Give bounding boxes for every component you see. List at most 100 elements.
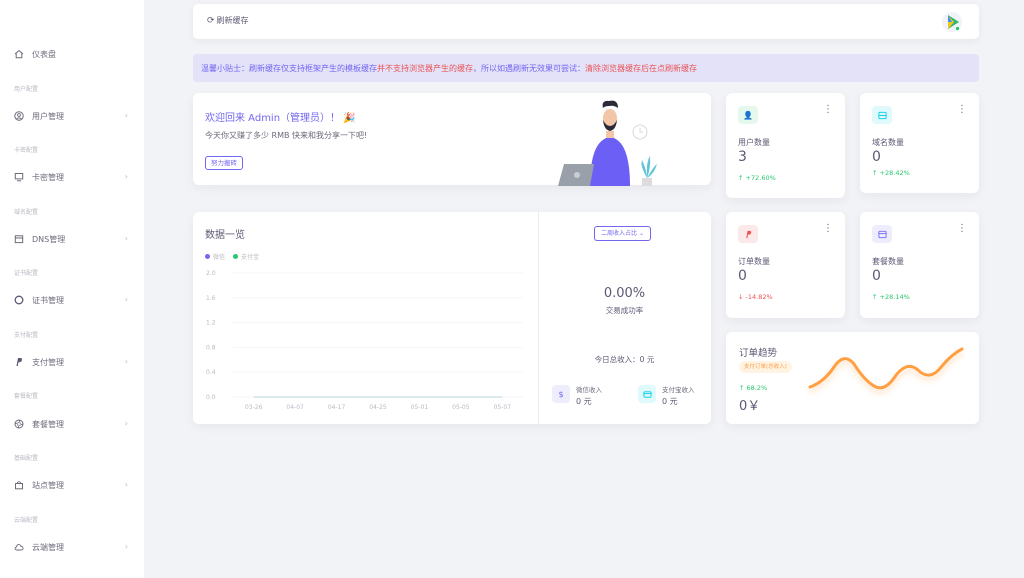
sidebar-item-label: 支付管理	[32, 357, 64, 367]
stat-value: 3	[738, 149, 747, 165]
trend-value: 0￥	[739, 399, 761, 414]
dropdown-label: 二周收入占比	[601, 230, 638, 237]
sidebar-section-header: 支付配置	[14, 332, 39, 339]
server-icon	[872, 106, 892, 124]
arrow-up-icon: ↑	[739, 384, 745, 392]
more-vertical-icon[interactable]: ⋮	[957, 224, 967, 234]
refresh-icon: ⟳	[207, 15, 215, 26]
chevron-down-icon: ⌄	[638, 230, 644, 237]
chevron-right-icon: ›	[124, 295, 128, 304]
stat-change-value: +28.14%	[879, 293, 910, 301]
sidebar-item-cards[interactable]: 卡密管理 ›	[14, 168, 132, 186]
x-tick-label: 04-17	[328, 404, 346, 411]
cache-notice-alert: 温馨小贴士：刷新缓存仅支持框架产生的模板缓存并不支持浏览器产生的缓存，所以如遇刷…	[193, 54, 979, 82]
sidebar-item-certs[interactable]: 证书管理 ›	[14, 291, 132, 309]
stat-card-users: 👤 ⋮ 用户数量 3 ↑ +72.60%	[726, 93, 845, 198]
x-tick-label: 03-26	[245, 404, 263, 411]
trend-change: ↑ 68.2%	[739, 384, 767, 392]
circle-icon	[14, 295, 24, 305]
stat-change: ↑ +28.14%	[872, 293, 910, 301]
stat-change-value: +72.60%	[745, 174, 776, 182]
more-vertical-icon[interactable]: ⋮	[823, 224, 833, 234]
income-ratio-dropdown[interactable]: 二周收入占比 ⌄	[594, 226, 651, 241]
party-popper-icon: 🎉	[343, 113, 356, 124]
arrow-up-icon: ↑	[738, 174, 744, 182]
sidebar-item-users[interactable]: 用户管理 ›	[14, 107, 132, 125]
stat-value: 0	[738, 268, 747, 284]
stat-change: ↑ +28.42%	[872, 169, 910, 177]
alipay-income-label: 支付宝收入	[662, 386, 695, 394]
income-line-chart: 2.0 1.6 1.2 0.8 0.4 0.0 03-26 04-07 04-17 04-25 05…	[206, 270, 523, 411]
sidebar-item-label: 云端管理	[32, 542, 64, 552]
sidebar-section-header: 套餐配置	[14, 393, 39, 400]
chevron-right-icon: ›	[124, 357, 128, 366]
chevron-right-icon: ›	[124, 234, 128, 243]
stat-card-orders: ⋮ 订单数量 0 ↓ -14.82%	[726, 212, 845, 318]
trend-sparkline	[808, 347, 964, 390]
stat-change-value: +28.42%	[879, 169, 910, 177]
top-navbar: ⟳ 刷新缓存	[193, 4, 979, 39]
legend-label: 微信	[213, 254, 226, 261]
y-tick-label: 0.8	[206, 344, 216, 351]
developer-illustration	[558, 100, 657, 186]
alipay-income: 支付宝收入 0 元	[638, 384, 695, 407]
y-tick-label: 0.0	[206, 394, 216, 401]
stat-card-packages: ⋮ 套餐数量 0 ↑ +28.14%	[860, 212, 979, 318]
today-income: 今日总收入：0 元	[594, 355, 655, 364]
welcome-title: 欢迎回来 Admin（管理员）！ 🎉	[205, 109, 356, 124]
trend-line	[808, 347, 964, 390]
more-vertical-icon[interactable]: ⋮	[823, 105, 833, 115]
sidebar-item-label: 证书管理	[32, 295, 64, 305]
trend-title: 订单趋势	[739, 348, 778, 359]
credit-card-icon	[638, 385, 656, 403]
chevron-right-icon: ›	[124, 419, 128, 428]
welcome-title-text: 欢迎回来 Admin（管理员）！	[205, 113, 341, 124]
more-vertical-icon[interactable]: ⋮	[957, 105, 967, 115]
legend-dot	[233, 254, 239, 259]
card-divider	[538, 212, 539, 424]
sidebar-item-payment[interactable]: 支付管理 ›	[14, 353, 132, 371]
sidebar: 仪表盘 用户配置 用户管理 › 卡密配置 卡密管理 › 域名配置 DNS管理 ›…	[0, 0, 144, 578]
sidebar-item-label: 用户管理	[32, 111, 64, 121]
legend-item-wechat[interactable]: 微信	[205, 252, 225, 261]
sidebar-section-header: 云端配置	[14, 517, 39, 524]
paypal-icon	[738, 225, 758, 243]
calendar-icon	[14, 234, 24, 244]
refresh-cache-button[interactable]: ⟳ 刷新缓存	[207, 15, 249, 26]
sidebar-section-header: 证书配置	[14, 270, 39, 277]
chevron-right-icon: ›	[124, 542, 128, 551]
x-tick-label: 05-07	[494, 404, 512, 411]
success-rate-label: 交易成功率	[605, 306, 644, 315]
sidebar-item-dns[interactable]: DNS管理 ›	[14, 230, 132, 248]
y-tick-label: 1.2	[206, 320, 216, 327]
chart-legend: 微信 支付宝	[205, 252, 267, 261]
arrow-up-icon: ↑	[872, 169, 878, 177]
user-icon: 👤	[738, 106, 758, 124]
sidebar-item-packages[interactable]: 套餐管理 ›	[14, 415, 132, 433]
x-tick-label: 05-01	[411, 404, 429, 411]
alipay-income-value: 0 元	[662, 397, 678, 406]
home-icon	[14, 49, 24, 59]
user-avatar[interactable]	[941, 11, 963, 33]
arrow-up-icon: ↑	[872, 293, 878, 301]
stat-value: 0	[872, 268, 881, 284]
stat-change: ↓ -14.82%	[738, 293, 773, 301]
x-tick-label: 05-05	[452, 404, 470, 411]
stat-label: 用户数量	[738, 138, 770, 147]
paypal-icon	[14, 357, 24, 367]
sidebar-section-header: 域名配置	[14, 209, 39, 216]
order-trend-card: 订单趋势 支付订单(总收入) ↑ 68.2% 0￥	[726, 332, 979, 424]
notice-warning-text: 并不支持浏览器产生的缓存	[377, 64, 473, 73]
stat-card-domains: ⋮ 域名数量 0 ↑ +28.42%	[860, 93, 979, 193]
legend-dot	[205, 254, 210, 259]
stat-label: 订单数量	[738, 257, 770, 266]
sidebar-item-sites[interactable]: 站点管理 ›	[14, 476, 132, 494]
sidebar-item-dashboard[interactable]: 仪表盘	[14, 45, 132, 63]
sidebar-section-header: 基础配置	[14, 455, 39, 462]
work-hard-button[interactable]: 努力搬砖	[205, 156, 243, 170]
legend-item-alipay[interactable]: 支付宝	[233, 252, 259, 261]
sidebar-item-cloud[interactable]: 云端管理 ›	[14, 538, 132, 556]
arrow-down-icon: ↓	[738, 293, 744, 301]
shopping-bag-icon	[14, 480, 24, 490]
sidebar-item-label: DNS管理	[32, 234, 66, 244]
